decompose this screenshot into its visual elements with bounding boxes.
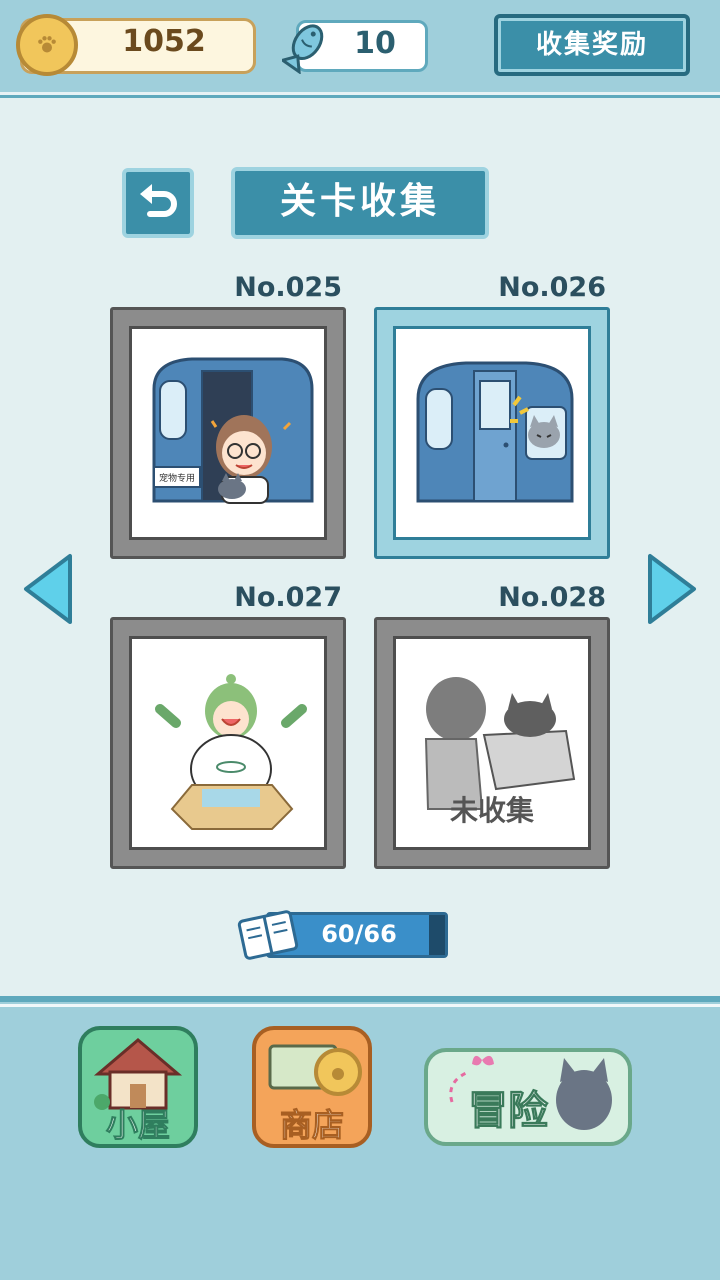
- back-arrow-icon: [140, 184, 177, 217]
- card-image-frame: [393, 326, 591, 540]
- collection-reward-button[interactable]: 收集奖励: [494, 14, 690, 76]
- cable-car-girl-illustration: 宠物专用: [152, 357, 314, 504]
- pet-only-sign: 宠物专用: [159, 472, 195, 484]
- adventure-label: 冒险: [468, 1088, 549, 1135]
- card-number: No.028: [498, 582, 606, 613]
- shop-button[interactable]: 商店: [252, 1026, 372, 1148]
- top-divider: [0, 92, 720, 95]
- alien-box-illustration: [155, 674, 307, 830]
- level-card-027[interactable]: [110, 617, 346, 869]
- coin-value: 1052: [122, 24, 206, 59]
- card-image-frame: [129, 636, 327, 850]
- uncollected-label: 未收集: [449, 794, 534, 827]
- card-number: No.025: [234, 272, 342, 303]
- level-card-026[interactable]: [374, 307, 610, 559]
- card-image-frame: 未收集: [393, 636, 591, 850]
- level-card-028[interactable]: 未收集: [374, 617, 610, 869]
- progress-remaining: [429, 915, 445, 955]
- shop-label: 商店: [279, 1106, 344, 1145]
- progress-text: 60/66: [321, 920, 397, 948]
- book-icon: [237, 910, 299, 960]
- card-number: No.027: [234, 582, 342, 613]
- card-number: No.026: [498, 272, 606, 303]
- fish-value: 10: [354, 26, 396, 61]
- paw-coin-icon: [16, 14, 78, 76]
- previous-page-arrow-icon[interactable]: [22, 552, 74, 626]
- next-page-arrow-icon[interactable]: [646, 552, 698, 626]
- house-label: 小屋: [105, 1106, 170, 1145]
- adventure-button[interactable]: 冒险: [424, 1048, 632, 1146]
- cable-car-cat-illustration: [416, 361, 574, 503]
- house-button[interactable]: 小屋: [78, 1026, 198, 1148]
- card-image-frame: 宠物专用: [129, 326, 327, 540]
- bottom-divider: [0, 1004, 720, 1007]
- page-title: 关卡收集: [231, 167, 489, 239]
- back-button[interactable]: [122, 168, 194, 238]
- level-card-025[interactable]: 宠物专用: [110, 307, 346, 559]
